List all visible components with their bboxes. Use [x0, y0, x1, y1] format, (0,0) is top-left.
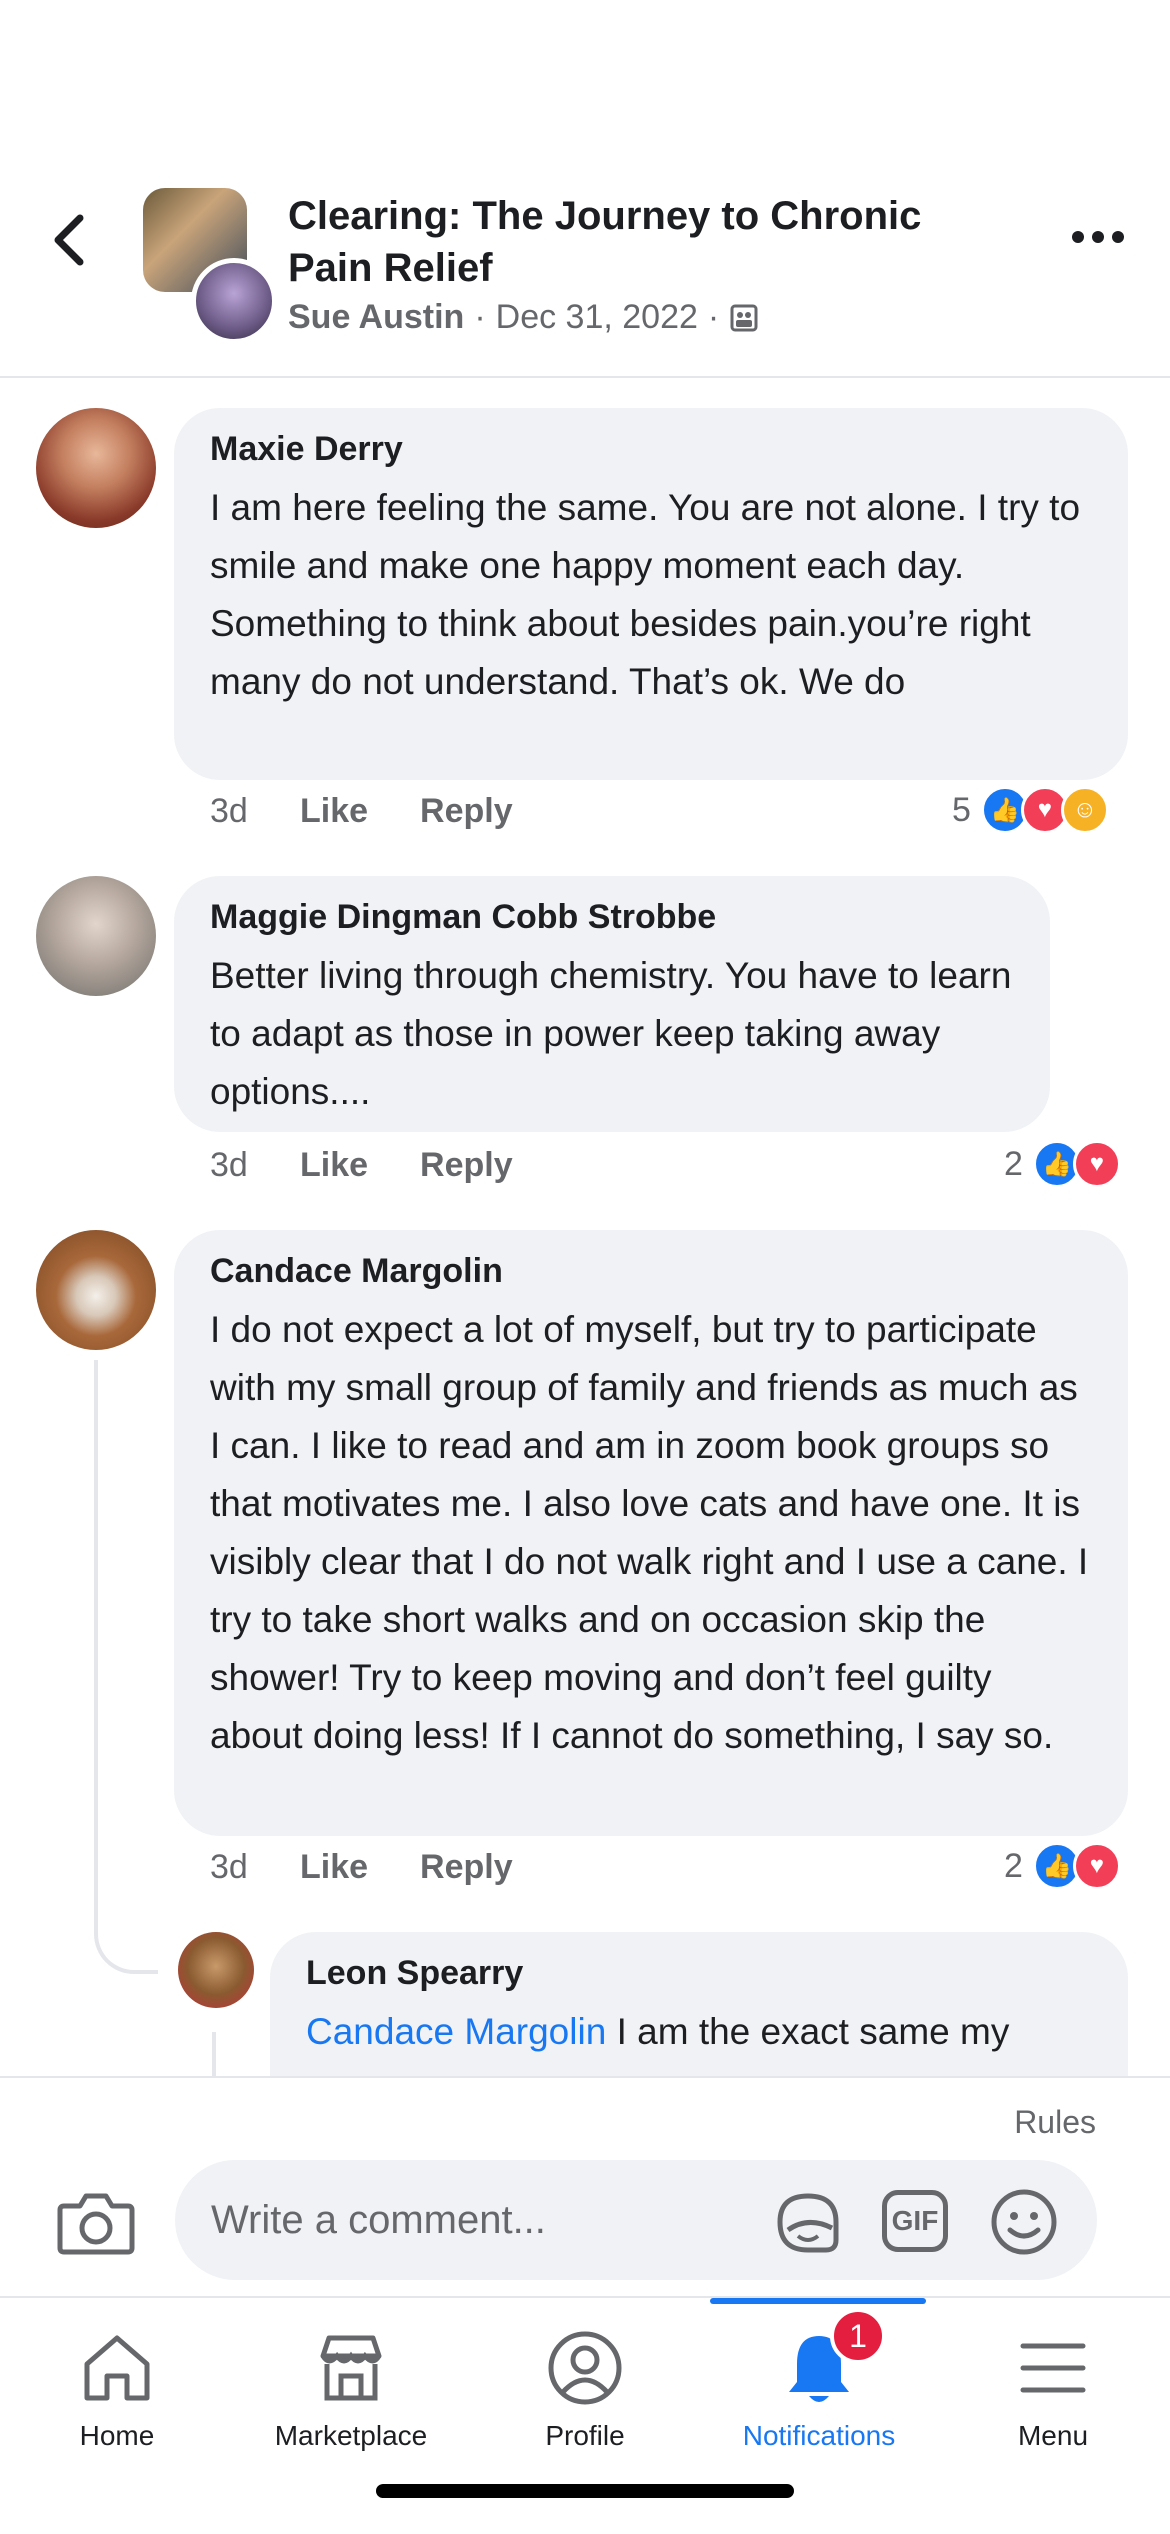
reply-text: I am the exact same my: [606, 2011, 1010, 2052]
author-avatar: [191, 258, 277, 344]
comment-bubble: Maxie Derry I am here feeling the same. …: [174, 408, 1128, 780]
post-date[interactable]: Dec 31, 2022: [496, 298, 698, 337]
comment-time[interactable]: 3d: [210, 1848, 300, 1887]
reaction-count: 2: [1004, 1144, 1023, 1183]
post-author[interactable]: Sue Austin: [288, 298, 464, 337]
reply-item: Leon Spearry Candace Margolin I am the e…: [0, 1932, 1170, 2076]
hamburger-menu-icon: [1020, 2343, 1086, 2393]
group-avatar[interactable]: [143, 188, 277, 344]
reply-thread-line: [94, 1360, 158, 1974]
meta-separator: ·: [474, 298, 486, 336]
reaction-summary[interactable]: 2 👍 ♥: [1004, 1842, 1121, 1890]
comment-text: I do not expect a lot of myself, but try…: [210, 1309, 1089, 1756]
comment-author[interactable]: Leon Spearry: [306, 1954, 1092, 1993]
comment-text: Better living through chemistry. You hav…: [210, 955, 1012, 1112]
like-button[interactable]: Like: [300, 1848, 368, 1887]
comment-bubble: Leon Spearry Candace Margolin I am the e…: [270, 1932, 1128, 2076]
home-icon: [84, 2335, 150, 2401]
like-button[interactable]: Like: [300, 1146, 368, 1185]
comment-actions: 3d Like Reply: [210, 1146, 565, 1185]
comment-actions: 3d Like Reply: [210, 792, 565, 831]
reply-button[interactable]: Reply: [420, 792, 513, 831]
nav-profile[interactable]: Profile: [468, 2298, 702, 2458]
gif-icon[interactable]: GIF: [882, 2190, 948, 2252]
reaction-summary[interactable]: 2 👍 ♥: [1004, 1140, 1121, 1188]
nav-notifications[interactable]: 1 Notifications: [702, 2298, 936, 2458]
commenter-avatar[interactable]: [36, 876, 156, 996]
bottom-navigation: Home Marketplace Profile 1 Notifications: [0, 2296, 1170, 2534]
comment-composer: Rules GIF: [0, 2076, 1170, 2298]
gif-label: GIF: [891, 2205, 939, 2236]
profile-icon: [548, 2331, 622, 2405]
camera-icon[interactable]: [56, 2188, 136, 2258]
emoji-icon[interactable]: [988, 2186, 1060, 2258]
comment-time[interactable]: 3d: [210, 1146, 300, 1185]
reaction-count: 5: [952, 790, 971, 829]
rules-link[interactable]: Rules: [1014, 2104, 1096, 2141]
comment-bubble: Candace Margolin I do not expect a lot o…: [174, 1230, 1128, 1836]
love-reaction-icon: ♥: [1072, 1140, 1121, 1188]
comment-actions: 3d Like Reply: [210, 1848, 565, 1887]
group-title[interactable]: Clearing: The Journey to Chronic Pain Re…: [288, 190, 988, 294]
commenter-avatar[interactable]: [178, 1932, 254, 2008]
reply-button[interactable]: Reply: [420, 1146, 513, 1185]
meta-separator: ·: [707, 298, 720, 336]
nav-label: Menu: [1017, 2420, 1089, 2451]
sticker-icon[interactable]: [772, 2186, 844, 2258]
comment-author[interactable]: Maxie Derry: [210, 430, 1092, 469]
reply-thread-line: [212, 2032, 216, 2076]
marketplace-icon: [320, 2335, 382, 2401]
home-indicator[interactable]: [376, 2484, 794, 2498]
like-button[interactable]: Like: [300, 792, 368, 831]
nav-label: Marketplace: [274, 2420, 428, 2451]
comment-text: I am here feeling the same. You are not …: [210, 487, 1081, 702]
nav-marketplace[interactable]: Marketplace: [234, 2298, 468, 2458]
comment-text: Candace Margolin I am the exact same my: [306, 2003, 1092, 2061]
reaction-summary[interactable]: 5 👍 ♥ ☺: [952, 786, 1109, 834]
comment-author[interactable]: Candace Margolin: [210, 1252, 1092, 1291]
commenter-avatar[interactable]: [36, 1230, 156, 1350]
nav-label: Notifications: [742, 2420, 896, 2451]
reply-button[interactable]: Reply: [420, 1848, 513, 1887]
post-header: Clearing: The Journey to Chronic Pain Re…: [0, 160, 1170, 378]
commenter-avatar[interactable]: [36, 408, 156, 528]
nav-menu[interactable]: Menu: [936, 2298, 1170, 2458]
notification-badge: 1: [830, 2308, 886, 2364]
comment-input[interactable]: [175, 2160, 1097, 2280]
comment-time[interactable]: 3d: [210, 792, 300, 831]
more-options-icon[interactable]: [1068, 222, 1128, 252]
chevron-left-icon[interactable]: [42, 210, 102, 270]
comment-author[interactable]: Maggie Dingman Cobb Strobbe: [210, 898, 1014, 937]
post-meta: Sue Austin · Dec 31, 2022 ·: [288, 298, 759, 337]
nav-label: Home: [79, 2420, 155, 2451]
love-reaction-icon: ♥: [1072, 1842, 1121, 1890]
mention-link[interactable]: Candace Margolin: [306, 2011, 606, 2052]
care-reaction-icon: ☺: [1060, 786, 1109, 834]
group-privacy-icon: [730, 304, 758, 331]
nav-home[interactable]: Home: [0, 2298, 234, 2458]
comment-bubble: Maggie Dingman Cobb Strobbe Better livin…: [174, 876, 1050, 1132]
reaction-count: 2: [1004, 1846, 1023, 1885]
nav-label: Profile: [545, 2420, 625, 2451]
